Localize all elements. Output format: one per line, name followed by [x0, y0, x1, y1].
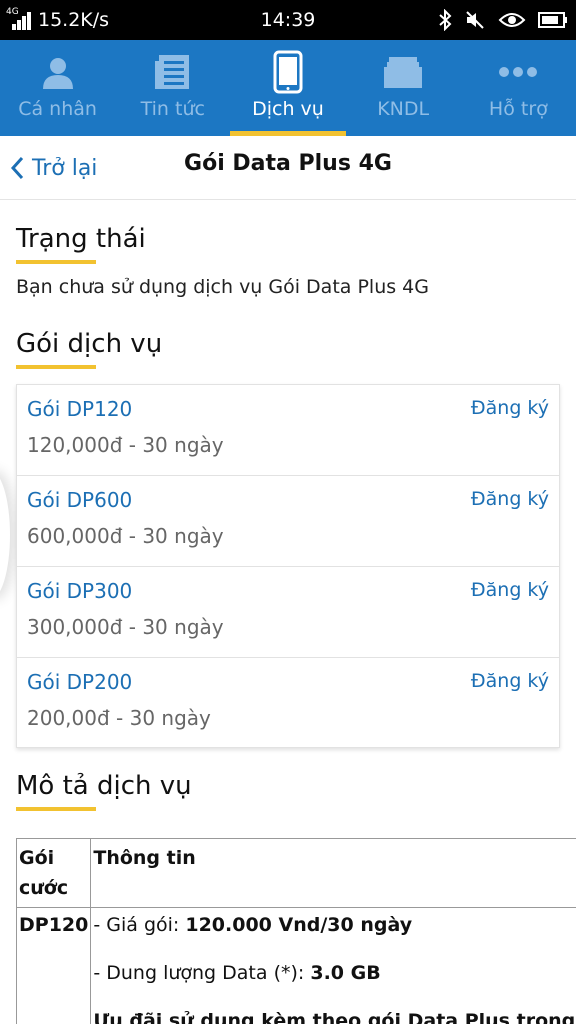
package-price: 120,000đ - 30 ngày	[27, 433, 224, 457]
register-button[interactable]: Đăng ký	[471, 670, 549, 692]
folder-icon	[384, 57, 423, 88]
main-nav: Cá nhân Tin tức Dịch vụ KNDL Hỗ trợ	[0, 40, 576, 136]
news-icon	[154, 55, 189, 89]
package-price: 600,000đ - 30 ngày	[27, 524, 224, 548]
price-line: - Giá gói: 120.000 Vnd/30 ngày	[93, 914, 413, 936]
package-list: Gói DP120 120,000đ - 30 ngày Đăng ký Gói…	[16, 384, 560, 748]
section-title-description: Mô tả dịch vụ	[16, 771, 192, 811]
eye-icon	[498, 13, 526, 27]
mute-icon	[466, 11, 484, 29]
status-right	[438, 0, 568, 40]
section-title-packages: Gói dịch vụ	[16, 329, 163, 369]
tab-ho-tro[interactable]: Hỗ trợ	[461, 40, 576, 136]
register-button[interactable]: Đăng ký	[471, 488, 549, 510]
back-label: Trở lại	[32, 155, 98, 181]
tab-tin-tuc[interactable]: Tin tức	[115, 40, 230, 136]
edge-decoration	[0, 470, 10, 600]
chevron-left-icon	[10, 156, 24, 180]
person-icon	[42, 58, 73, 89]
table-cell-package: DP120	[15, 907, 92, 1024]
tab-ca-nhan[interactable]: Cá nhân	[0, 40, 115, 136]
register-button[interactable]: Đăng ký	[471, 397, 549, 419]
phone-icon	[273, 50, 303, 94]
header-col1-line1: Gói	[19, 847, 55, 869]
package-item[interactable]: Gói DP300 300,000đ - 30 ngày Đăng ký	[17, 567, 559, 658]
table-cell-info: - Giá gói: 120.000 Vnd/30 ngày - Dung lư…	[90, 907, 576, 1024]
tab-label: Cá nhân	[18, 98, 97, 120]
tab-label: Tin tức	[140, 98, 205, 120]
package-item[interactable]: Gói DP200 200,00đ - 30 ngày Đăng ký	[17, 658, 559, 749]
package-price: 200,00đ - 30 ngày	[27, 706, 211, 730]
tab-dich-vu[interactable]: Dịch vụ	[230, 40, 346, 136]
bluetooth-icon	[439, 9, 452, 31]
table-header-cell: Gói cước	[15, 838, 92, 908]
back-button[interactable]: Trở lại	[10, 136, 97, 200]
package-name: Gói DP200	[27, 670, 133, 694]
data-line: - Dung lượng Data (*): 3.0 GB	[93, 962, 381, 984]
tab-label: Dịch vụ	[252, 98, 324, 120]
package-name: Gói DP300	[27, 579, 133, 603]
more-icon	[499, 67, 538, 77]
package-name: Gói DP600	[27, 488, 133, 512]
description-table: Gói cước Thông tin DP120 - Giá gói: 120.…	[15, 838, 576, 1024]
table-header-cell: Thông tin	[90, 838, 576, 908]
status-text: Bạn chưa sử dụng dịch vụ Gói Data Plus 4…	[16, 276, 429, 298]
header-col2: Thông tin	[93, 847, 196, 869]
package-name: Gói DP120	[27, 397, 133, 421]
tab-label: KNDL	[377, 98, 430, 120]
offer-line: Ưu đãi sử dụng kèm theo gói Data Plus tr…	[93, 1010, 576, 1024]
header-col1-line2: cước	[19, 877, 69, 899]
tab-label: Hỗ trợ	[488, 98, 548, 120]
package-item[interactable]: Gói DP120 120,000đ - 30 ngày Đăng ký	[17, 385, 559, 476]
page-header: Trở lại Gói Data Plus 4G	[0, 136, 576, 200]
package-item[interactable]: Gói DP600 600,000đ - 30 ngày Đăng ký	[17, 476, 559, 567]
register-button[interactable]: Đăng ký	[471, 579, 549, 601]
table-row: Gói cước Thông tin	[15, 838, 576, 908]
section-title-status: Trạng thái	[16, 224, 146, 264]
status-bar: 4G 15.2K/s 14:39	[0, 0, 576, 40]
battery-icon	[538, 12, 567, 28]
tab-kndl[interactable]: KNDL	[346, 40, 461, 136]
table-row: DP120 - Giá gói: 120.000 Vnd/30 ngày - D…	[15, 907, 576, 1024]
package-price: 300,000đ - 30 ngày	[27, 615, 224, 639]
